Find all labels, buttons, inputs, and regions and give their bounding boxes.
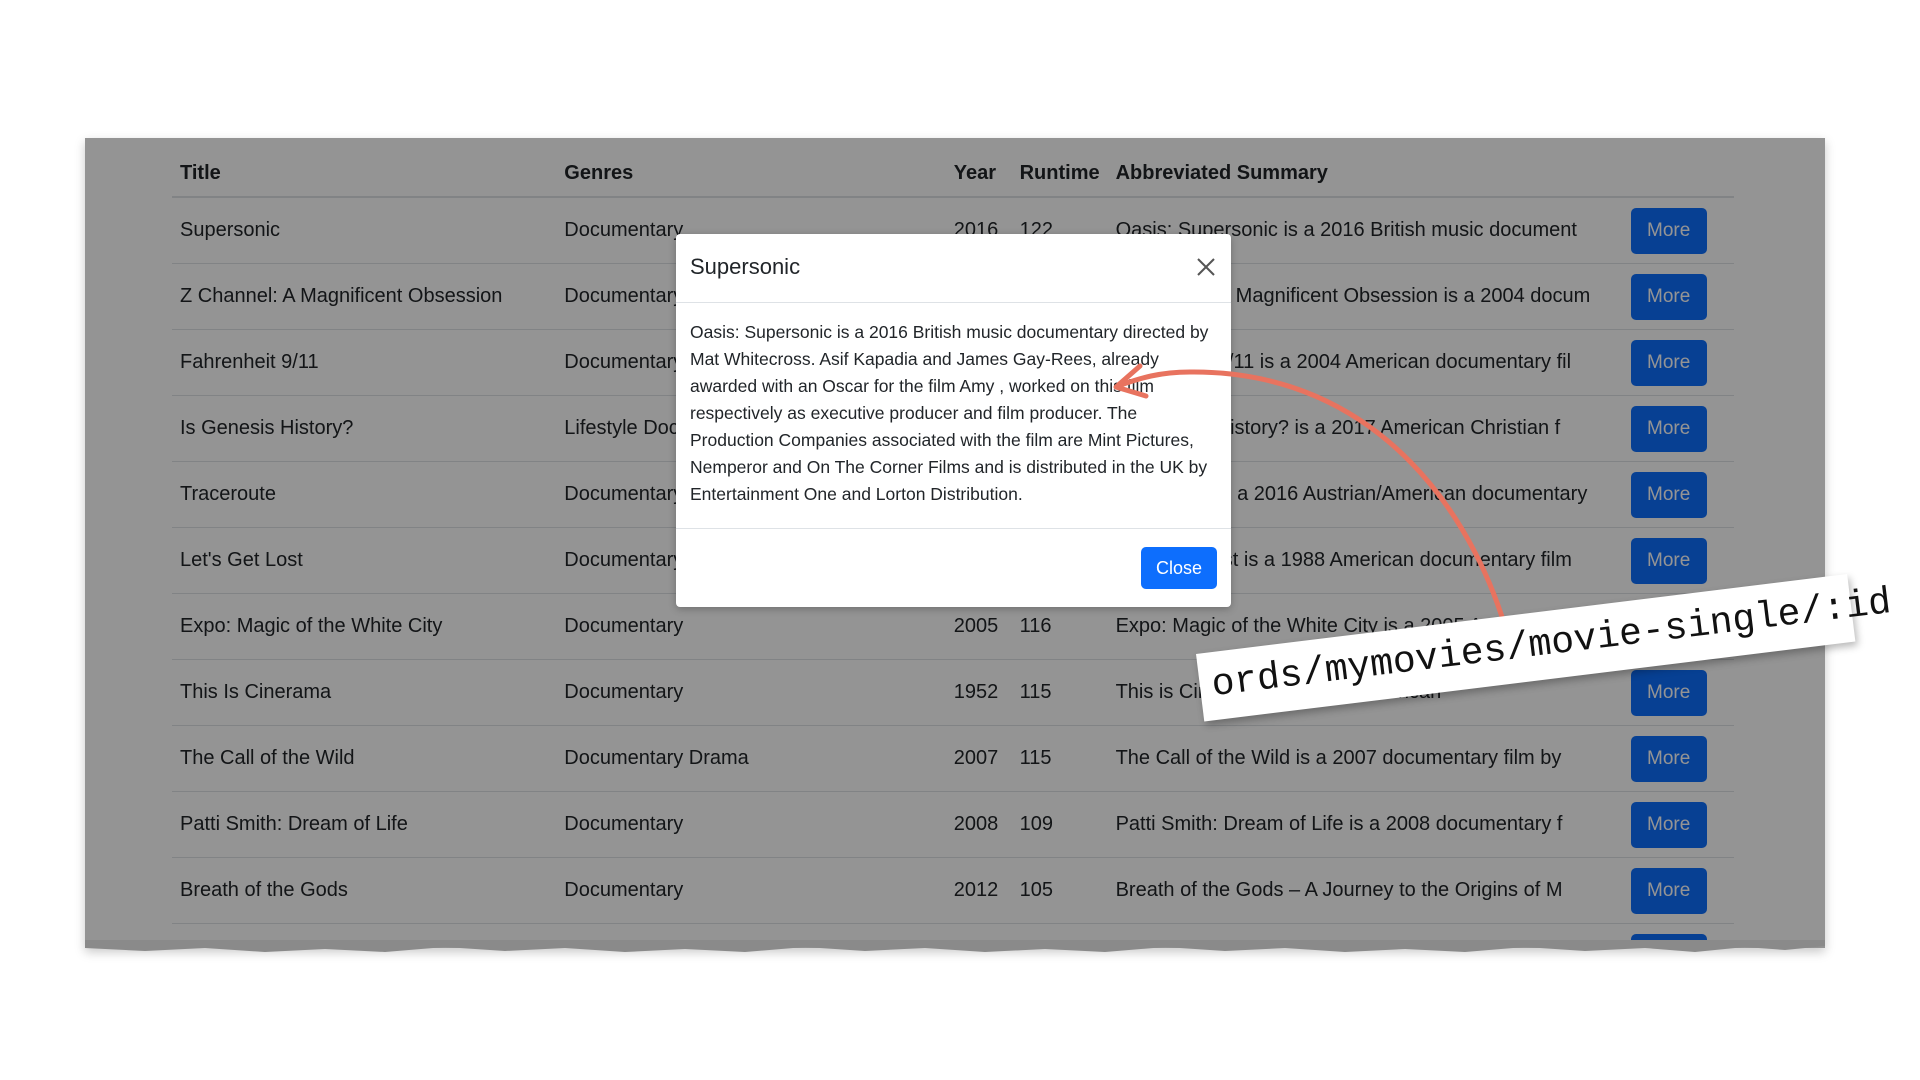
- modal-close-button[interactable]: [1191, 252, 1221, 282]
- modal-close-primary-button[interactable]: Close: [1141, 547, 1217, 589]
- torn-edge: [85, 940, 1825, 962]
- modal-body: Oasis: Supersonic is a 2016 British musi…: [676, 303, 1231, 529]
- modal-header: Supersonic: [676, 234, 1231, 303]
- app-screenshot: Title Genres Year Runtime Abbreviated Su…: [85, 138, 1825, 948]
- modal-title: Supersonic: [690, 254, 801, 279]
- close-icon: [1197, 258, 1215, 276]
- modal-footer: Close: [676, 529, 1231, 607]
- movie-modal: Supersonic Oasis: Supersonic is a 2016 B…: [676, 234, 1231, 607]
